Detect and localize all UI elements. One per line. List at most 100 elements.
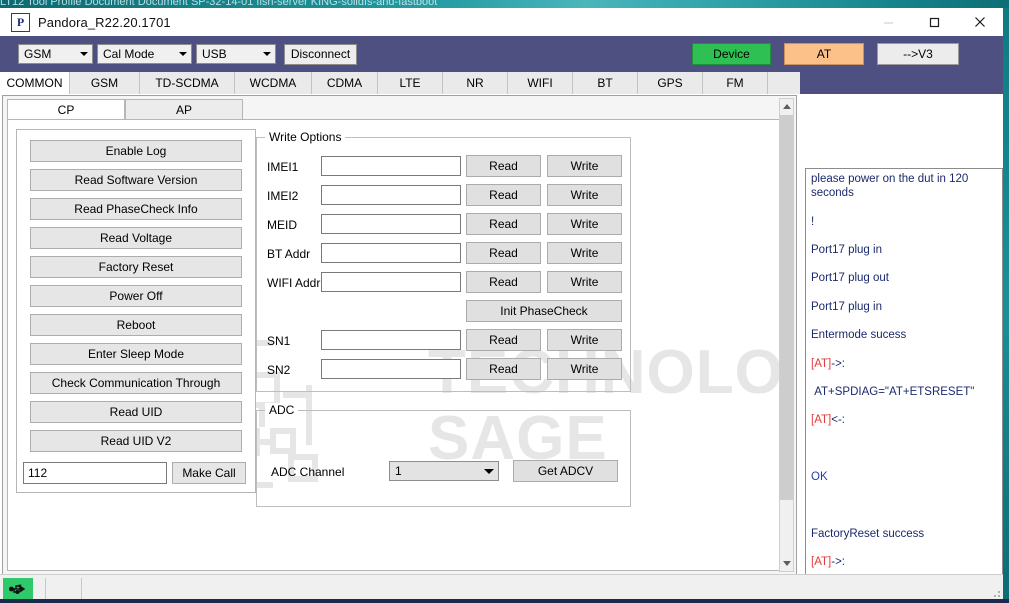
mode-combo[interactable]: GSM bbox=[18, 44, 93, 64]
title-bar: P Pandora_R22.20.1701 bbox=[0, 8, 1003, 36]
sn1-input[interactable] bbox=[321, 330, 461, 350]
log-line: AT+SPDIAG="AT+ETSRESET" bbox=[811, 386, 975, 399]
mode-combo-value: GSM bbox=[24, 47, 52, 61]
log-line: [AT]->: bbox=[811, 357, 845, 370]
usb-icon[interactable] bbox=[3, 578, 33, 600]
adc-channel-combo[interactable]: 1 bbox=[389, 461, 499, 481]
tab-cdma[interactable]: CDMA bbox=[312, 72, 378, 94]
sn2-write-button[interactable]: Write bbox=[547, 358, 622, 380]
cp-page: TECHNOLOGY SAGE Enable Log Read Software… bbox=[7, 119, 785, 571]
enable-log-button[interactable]: Enable Log bbox=[30, 140, 242, 162]
minimize-icon[interactable] bbox=[865, 8, 911, 36]
panel-scrollbar[interactable] bbox=[779, 98, 794, 572]
log-line: ! bbox=[811, 215, 815, 228]
imei2-label: IMEI2 bbox=[267, 189, 299, 203]
read-uid-button[interactable]: Read UID bbox=[30, 401, 242, 423]
tab-lte[interactable]: LTE bbox=[378, 72, 443, 94]
close-icon[interactable] bbox=[957, 8, 1003, 36]
scrollbar-thumb[interactable] bbox=[780, 115, 793, 500]
tab-gsm[interactable]: GSM bbox=[70, 72, 140, 94]
tab-td-scdma[interactable]: TD-SCDMA bbox=[140, 72, 235, 94]
imei1-label: IMEI1 bbox=[267, 160, 299, 174]
log-line: Port17 plug out bbox=[811, 272, 890, 285]
at-button[interactable]: AT bbox=[784, 43, 864, 65]
imei1-write-button[interactable]: Write bbox=[547, 155, 622, 177]
bt-addr-read-button[interactable]: Read bbox=[466, 242, 541, 264]
read-software-version-button[interactable]: Read Software Version bbox=[30, 169, 242, 191]
imei1-input[interactable] bbox=[321, 156, 461, 176]
sn2-label: SN2 bbox=[267, 363, 291, 377]
wifi-addr-label: WIFI Addr bbox=[267, 276, 321, 290]
imei2-input[interactable] bbox=[321, 185, 461, 205]
log-line: [AT]<-: bbox=[811, 414, 845, 427]
maximize-icon[interactable] bbox=[911, 8, 957, 36]
tab-wifi[interactable]: WIFI bbox=[508, 72, 573, 94]
log-line: Port17 plug in bbox=[811, 244, 882, 257]
device-button[interactable]: Device bbox=[692, 43, 771, 65]
sn2-read-button[interactable]: Read bbox=[466, 358, 541, 380]
chevron-up-icon[interactable] bbox=[780, 99, 793, 114]
factory-reset-button[interactable]: Factory Reset bbox=[30, 256, 242, 278]
meid-input[interactable] bbox=[321, 214, 461, 234]
chevron-down-icon bbox=[175, 52, 191, 56]
subtab-ap[interactable]: AP bbox=[125, 99, 243, 119]
sn1-label: SN1 bbox=[267, 334, 291, 348]
meid-label: MEID bbox=[267, 218, 297, 232]
log-panel[interactable]: please power on the dut in 120 seconds !… bbox=[805, 168, 1003, 603]
client-area: CP AP SAGE Enable Log Read Software Vers… bbox=[0, 94, 1003, 603]
command-panel: Enable Log Read Software Version Read Ph… bbox=[16, 129, 256, 493]
wifi-addr-input[interactable] bbox=[321, 272, 461, 292]
read-uid-v2-button[interactable]: Read UID V2 bbox=[30, 430, 242, 452]
window-title: Pandora_R22.20.1701 bbox=[38, 14, 171, 30]
sn1-write-button[interactable]: Write bbox=[547, 329, 622, 351]
log-line: FactoryReset success bbox=[811, 528, 925, 541]
port-combo[interactable]: USB bbox=[196, 44, 276, 64]
imei1-read-button[interactable]: Read bbox=[466, 155, 541, 177]
adc-legend: ADC bbox=[265, 403, 299, 417]
v3-button[interactable]: -->V3 bbox=[877, 43, 959, 65]
read-phasecheck-info-button[interactable]: Read PhaseCheck Info bbox=[30, 198, 242, 220]
adc-group: ADC ADC Channel 1 Get ADCV bbox=[256, 403, 631, 507]
enter-sleep-mode-button[interactable]: Enter Sleep Mode bbox=[30, 343, 242, 365]
chevron-down-icon[interactable] bbox=[780, 556, 793, 571]
read-voltage-button[interactable]: Read Voltage bbox=[30, 227, 242, 249]
log-line: please power on the dut in 120 seconds bbox=[811, 173, 972, 200]
meid-read-button[interactable]: Read bbox=[466, 213, 541, 235]
subtab-cp[interactable]: CP bbox=[7, 99, 125, 119]
cal-mode-combo[interactable]: Cal Mode bbox=[97, 44, 192, 64]
imei2-write-button[interactable]: Write bbox=[547, 184, 622, 206]
get-adcv-button[interactable]: Get ADCV bbox=[513, 460, 618, 482]
sn1-read-button[interactable]: Read bbox=[466, 329, 541, 351]
tab-nr[interactable]: NR bbox=[443, 72, 508, 94]
call-number-input[interactable]: 112 bbox=[23, 462, 167, 484]
tab-bt[interactable]: BT bbox=[573, 72, 638, 94]
wifi-addr-read-button[interactable]: Read bbox=[466, 271, 541, 293]
toolbar-right-group: Device AT -->V3 bbox=[692, 43, 1003, 65]
background-window-edge bbox=[1003, 8, 1009, 603]
adc-channel-label: ADC Channel bbox=[271, 465, 345, 479]
check-communication-through-button[interactable]: Check Communication Through bbox=[30, 372, 242, 394]
main-tab-strip: COMMON GSM TD-SCDMA WCDMA CDMA LTE NR WI… bbox=[0, 72, 1003, 94]
main-tabs: COMMON GSM TD-SCDMA WCDMA CDMA LTE NR WI… bbox=[0, 72, 768, 94]
init-phasecheck-button[interactable]: Init PhaseCheck bbox=[466, 300, 622, 322]
tab-gps[interactable]: GPS bbox=[638, 72, 703, 94]
log-line: OK bbox=[811, 471, 828, 484]
disconnect-button[interactable]: Disconnect bbox=[284, 43, 357, 65]
bt-addr-write-button[interactable]: Write bbox=[547, 242, 622, 264]
tab-common[interactable]: COMMON bbox=[0, 72, 70, 94]
tab-fm[interactable]: FM bbox=[703, 72, 768, 94]
os-taskbar bbox=[0, 599, 1009, 603]
power-off-button[interactable]: Power Off bbox=[30, 285, 242, 307]
reboot-button[interactable]: Reboot bbox=[30, 314, 242, 336]
wifi-addr-write-button[interactable]: Write bbox=[547, 271, 622, 293]
common-tab-panel: CP AP SAGE Enable Log Read Software Vers… bbox=[2, 95, 797, 575]
tab-wcdma[interactable]: WCDMA bbox=[235, 72, 312, 94]
write-options-legend: Write Options bbox=[265, 130, 346, 144]
status-separator-2 bbox=[81, 578, 82, 600]
port-combo-value: USB bbox=[202, 47, 227, 61]
make-call-button[interactable]: Make Call bbox=[172, 462, 246, 484]
imei2-read-button[interactable]: Read bbox=[466, 184, 541, 206]
sn2-input[interactable] bbox=[321, 359, 461, 379]
bt-addr-input[interactable] bbox=[321, 243, 461, 263]
meid-write-button[interactable]: Write bbox=[547, 213, 622, 235]
